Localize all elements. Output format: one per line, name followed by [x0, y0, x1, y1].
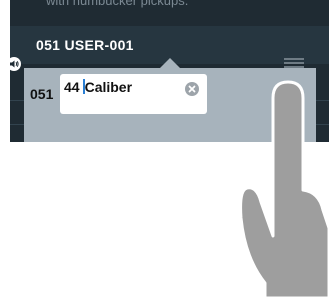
patch-title: 051 USER-001 — [36, 37, 134, 53]
patch-description: with humbucker pickups. — [46, 0, 189, 8]
tap-finger-icon — [239, 80, 329, 298]
name-text-before-caret: 44 — [64, 79, 80, 95]
name-text: 44 Caliber — [64, 79, 132, 95]
hamburger-menu-icon[interactable] — [284, 58, 304, 68]
patch-number: 051 — [30, 86, 54, 102]
name-text-after-caret: Caliber — [84, 79, 133, 95]
panel-pointer — [160, 58, 180, 68]
tutorial-illustration: with humbucker pickups. 051 USER-001 051… — [0, 0, 329, 298]
speaker-icon[interactable] — [7, 57, 21, 71]
patch-name-input[interactable]: 44 Caliber — [60, 74, 207, 114]
clear-x-icon[interactable] — [185, 82, 199, 96]
